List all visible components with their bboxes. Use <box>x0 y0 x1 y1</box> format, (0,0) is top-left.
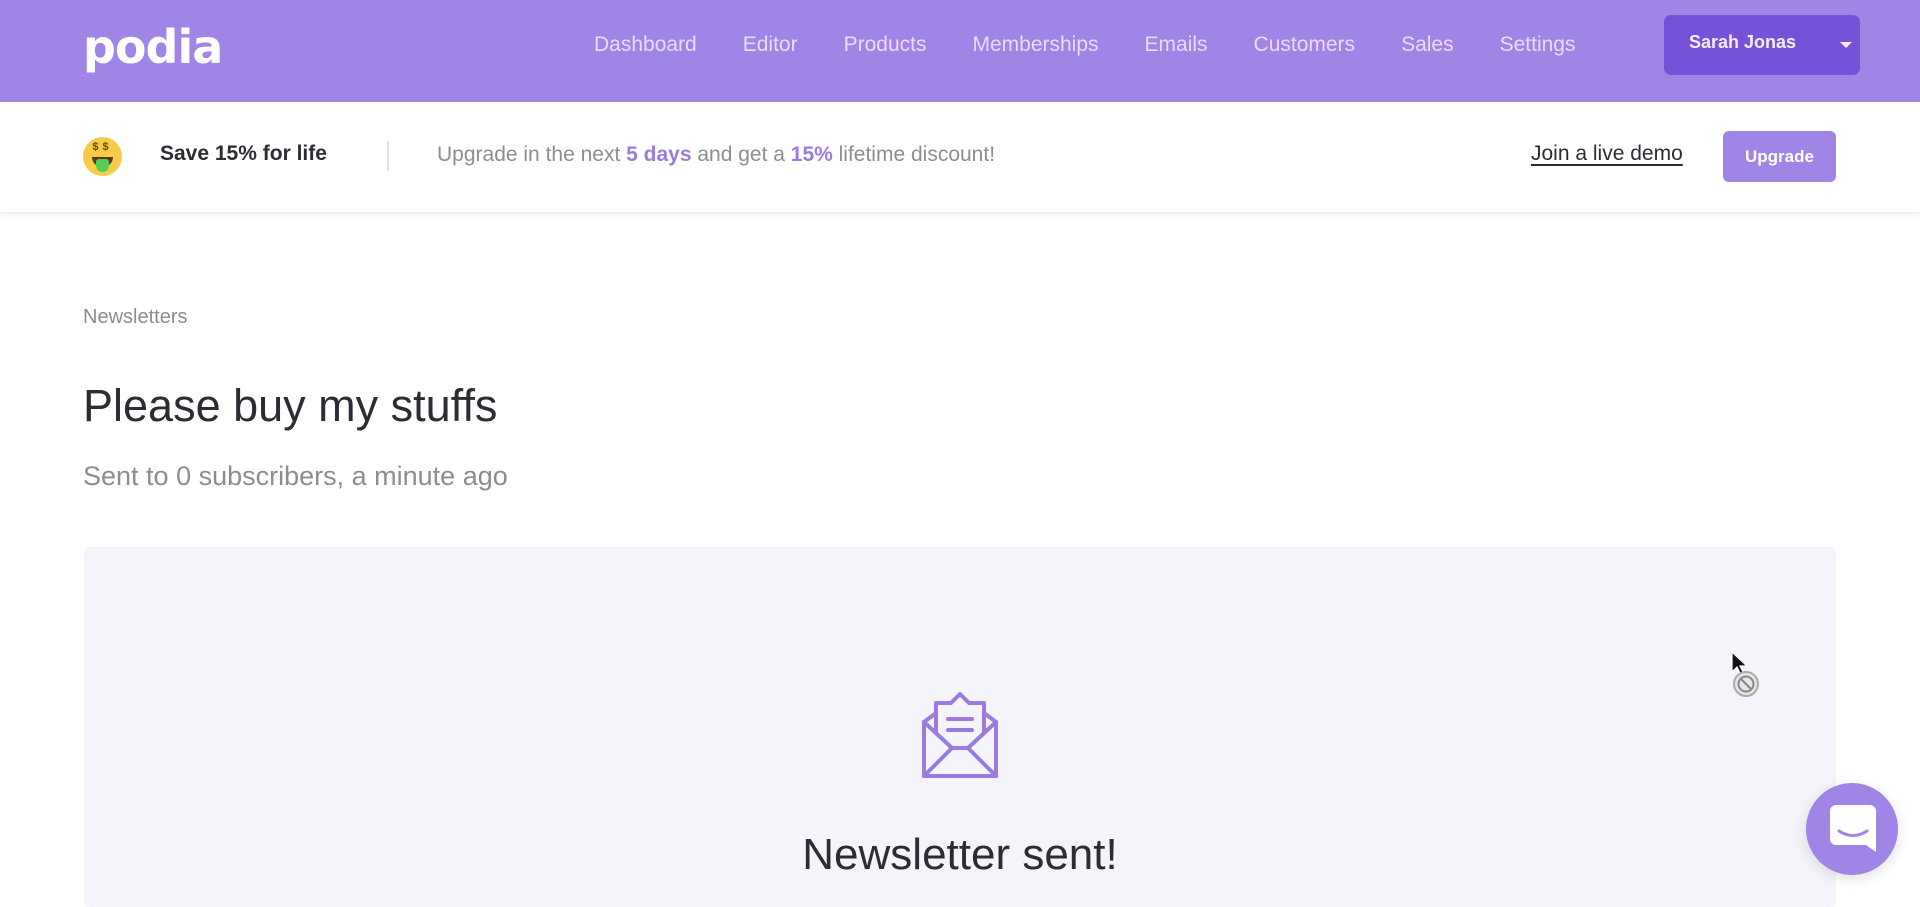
upgrade-button[interactable]: Upgrade <box>1723 131 1836 182</box>
promo-discount-highlight: 15% <box>790 143 833 166</box>
user-name: Sarah Jonas <box>1689 32 1797 52</box>
podia-logo[interactable]: podia <box>83 18 223 74</box>
breadcrumb-newsletters[interactable]: Newsletters <box>83 306 187 329</box>
promo-title: Save 15% for life <box>160 142 327 165</box>
main-nav: Dashboard Editor Products Memberships Em… <box>594 28 1575 62</box>
promo-text-part: Upgrade in the next <box>437 143 627 166</box>
nav-customers[interactable]: Customers <box>1254 33 1356 57</box>
chat-bubble-icon <box>1830 805 1876 852</box>
emoji-eyes: $$ <box>92 141 113 153</box>
top-nav: podia Dashboard Editor Products Membersh… <box>0 0 1920 102</box>
emoji-tongue <box>96 159 109 172</box>
money-mouth-face-icon: $$ <box>83 137 122 176</box>
promo-banner: $$ Save 15% for life Upgrade in the next… <box>0 102 1920 213</box>
user-menu-button[interactable]: Sarah Jonas <box>1664 15 1860 75</box>
join-live-demo-link[interactable]: Join a live demo <box>1531 142 1683 166</box>
nav-products[interactable]: Products <box>844 33 927 57</box>
nav-settings[interactable]: Settings <box>1500 33 1576 57</box>
chat-launcher-button[interactable] <box>1806 783 1898 875</box>
promo-text: Upgrade in the next 5 days and get a 15%… <box>437 143 995 167</box>
page-title: Please buy my stuffs <box>83 380 498 431</box>
logo-text: podia <box>83 20 223 74</box>
promo-days-highlight: 5 days <box>626 143 692 166</box>
banner-divider <box>387 141 389 171</box>
open-envelope-icon <box>922 692 998 778</box>
promo-text-part: lifetime discount! <box>832 143 996 166</box>
nav-memberships[interactable]: Memberships <box>972 33 1098 57</box>
caret-down-icon <box>1840 42 1852 48</box>
sent-status-text: Sent to 0 subscribers, a minute ago <box>83 461 508 491</box>
nav-editor[interactable]: Editor <box>743 33 798 57</box>
nav-emails[interactable]: Emails <box>1145 33 1208 57</box>
nav-dashboard[interactable]: Dashboard <box>594 33 697 57</box>
nav-sales[interactable]: Sales <box>1401 33 1454 57</box>
promo-text-part: and get a <box>691 143 791 166</box>
newsletter-sent-title: Newsletter sent! <box>802 830 1118 879</box>
